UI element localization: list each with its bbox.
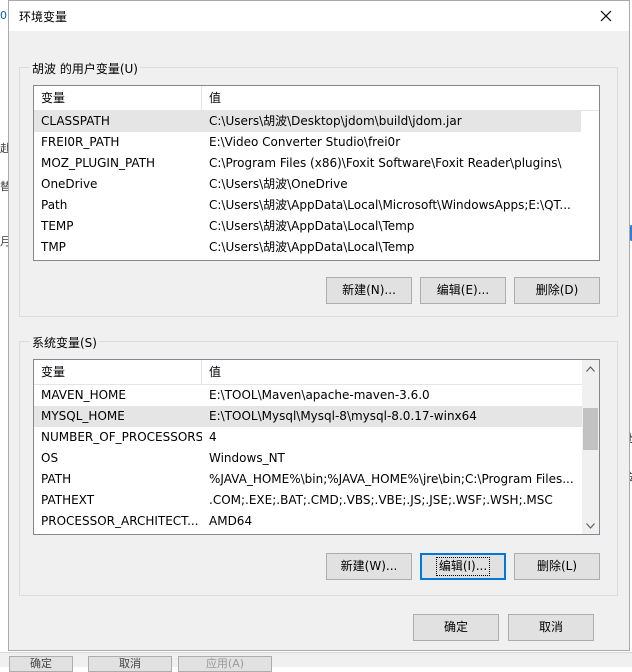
variable-row[interactable]: PROCESSOR_ARCHITECT... AMD64 bbox=[34, 511, 582, 532]
background-apply-button: 应用(A) bbox=[178, 656, 272, 672]
environment-variables-dialog: 环境变量 胡波 的用户变量(U) 变量 值 CLASSPATH C:\Users\… bbox=[8, 0, 630, 651]
system-delete-button[interactable]: 删除(L) bbox=[514, 553, 600, 580]
column-header-name[interactable]: 变量 bbox=[34, 360, 202, 384]
variable-value: AMD64 bbox=[209, 514, 253, 528]
variable-name: Path bbox=[41, 198, 68, 212]
ok-button[interactable]: 确定 bbox=[413, 614, 499, 641]
variable-name: PROCESSOR_ARCHITECT... bbox=[41, 514, 199, 528]
variable-row[interactable]: CLASSPATH C:\Users\胡波\Desktop\jdom\build\… bbox=[34, 111, 581, 132]
variable-value: C:\Users\胡波\AppData\Local\Microsoft\Wind… bbox=[209, 198, 571, 212]
variable-name: NUMBER_OF_PROCESSORS bbox=[41, 430, 202, 444]
variable-row[interactable]: NUMBER_OF_PROCESSORS 4 bbox=[34, 427, 582, 448]
system-edit-button[interactable]: 编辑(I)... bbox=[420, 553, 506, 580]
user-delete-button[interactable]: 删除(D) bbox=[514, 277, 600, 304]
background-ok-button: 确定 bbox=[9, 656, 73, 672]
close-button[interactable] bbox=[583, 1, 629, 31]
background-cancel-button: 取消 bbox=[88, 656, 172, 672]
cancel-button[interactable]: 取消 bbox=[508, 614, 594, 641]
variable-value: E:\TOOL\Mysql\Mysql-8\mysql-8.0.17-winx6… bbox=[209, 409, 477, 423]
variable-name: TMP bbox=[41, 240, 66, 254]
user-variables-list[interactable]: 变量 值 CLASSPATH C:\Users\胡波\Desktop\jdom\b… bbox=[33, 85, 600, 261]
variable-value: C:\Users\胡波\AppData\Local\Temp bbox=[209, 240, 415, 254]
variable-row[interactable]: OS Windows_NT bbox=[34, 448, 582, 469]
variable-row[interactable]: PATH %JAVA_HOME%\bin;%JAVA_HOME%\jre\bin;… bbox=[34, 469, 582, 490]
list-header: 变量 值 bbox=[34, 86, 599, 111]
variable-value: %JAVA_HOME%\bin;%JAVA_HOME%\jre\bin;C:\P… bbox=[209, 472, 574, 486]
list-header: 变量 值 bbox=[34, 360, 582, 385]
variable-value: E:\TOOL\Maven\apache-maven-3.6.0 bbox=[209, 388, 430, 402]
variable-value: 4 bbox=[209, 430, 217, 444]
variable-row[interactable]: TEMP C:\Users\胡波\AppData\Local\Temp bbox=[34, 216, 581, 237]
column-header-name[interactable]: 变量 bbox=[34, 86, 202, 110]
variable-row[interactable]: FREI0R_PATH E:\Video Converter Studio\fre… bbox=[34, 132, 581, 153]
system-variables-label: 系统变量(S) bbox=[30, 334, 99, 351]
user-variables-label: 胡波 的用户变量(U) bbox=[30, 60, 140, 77]
title-bar: 环境变量 bbox=[9, 1, 629, 31]
variable-value: .COM;.EXE;.BAT;.CMD;.VBS;.VBE;.JS;.JSE;.… bbox=[209, 493, 553, 507]
variable-row[interactable]: PATHEXT .COM;.EXE;.BAT;.CMD;.VBS;.VBE;.JS… bbox=[34, 490, 582, 511]
column-header-value[interactable]: 值 bbox=[202, 86, 599, 110]
variable-name: CLASSPATH bbox=[41, 114, 110, 128]
scroll-down-arrow-icon[interactable] bbox=[582, 517, 599, 534]
variable-name: MYSQL_HOME bbox=[41, 409, 125, 423]
user-edit-button[interactable]: 编辑(E)... bbox=[420, 277, 506, 304]
variable-name: PATHEXT bbox=[41, 493, 95, 507]
dialog-title: 环境变量 bbox=[19, 10, 68, 24]
user-new-button[interactable]: 新建(N)... bbox=[326, 277, 412, 304]
user-variables-group: 胡波 的用户变量(U) 变量 值 CLASSPATH C:\Users\胡波\De… bbox=[19, 60, 618, 317]
variable-row[interactable]: OneDrive C:\Users\胡波\OneDrive bbox=[34, 174, 581, 195]
close-icon bbox=[600, 10, 612, 22]
variable-value: C:\Users\胡波\Desktop\jdom\build\jdom.jar bbox=[209, 114, 462, 128]
variable-row[interactable]: Path C:\Users\胡波\AppData\Local\Microsoft\… bbox=[34, 195, 581, 216]
system-variables-list[interactable]: 变量 值 MAVEN_HOME E:\TOOL\Maven\apache-mave… bbox=[33, 359, 600, 535]
variable-name: MAVEN_HOME bbox=[41, 388, 126, 402]
scroll-up-arrow-icon[interactable] bbox=[582, 360, 599, 377]
system-new-button[interactable]: 新建(W)... bbox=[326, 553, 412, 580]
variable-value: C:\Users\胡波\OneDrive bbox=[209, 177, 348, 191]
variable-name: OneDrive bbox=[41, 177, 98, 191]
variable-row[interactable]: MYSQL_HOME E:\TOOL\Mysql\Mysql-8\mysql-8.… bbox=[34, 406, 582, 427]
variable-value: C:\Users\胡波\AppData\Local\Temp bbox=[209, 219, 415, 233]
variable-value: E:\Video Converter Studio\frei0r bbox=[209, 135, 401, 149]
variable-name: MOZ_PLUGIN_PATH bbox=[41, 156, 156, 170]
variable-name: PATH bbox=[41, 472, 72, 486]
variable-value: C:\Program Files (x86)\Foxit Software\Fo… bbox=[209, 156, 562, 170]
background-fragment: 0 bbox=[0, 9, 7, 22]
variable-name: FREI0R_PATH bbox=[41, 135, 120, 149]
scrollbar-thumb[interactable] bbox=[583, 408, 598, 450]
system-variables-group: 系统变量(S) 变量 值 MAVEN_HOME E:\TOOL\Maven\apa… bbox=[19, 334, 618, 596]
column-header-value[interactable]: 值 bbox=[202, 360, 582, 384]
variable-name: OS bbox=[41, 451, 59, 465]
variable-value: Windows_NT bbox=[209, 451, 285, 465]
system-list-scrollbar[interactable] bbox=[582, 360, 599, 534]
system-edit-button-label: 编辑(I)... bbox=[435, 557, 491, 576]
variable-row[interactable]: MOZ_PLUGIN_PATH C:\Program Files (x86)\Fo… bbox=[34, 153, 581, 174]
variable-row[interactable]: TMP C:\Users\胡波\AppData\Local\Temp bbox=[34, 237, 581, 258]
variable-name: TEMP bbox=[41, 219, 74, 233]
variable-row[interactable]: MAVEN_HOME E:\TOOL\Maven\apache-maven-3.6… bbox=[34, 385, 582, 406]
